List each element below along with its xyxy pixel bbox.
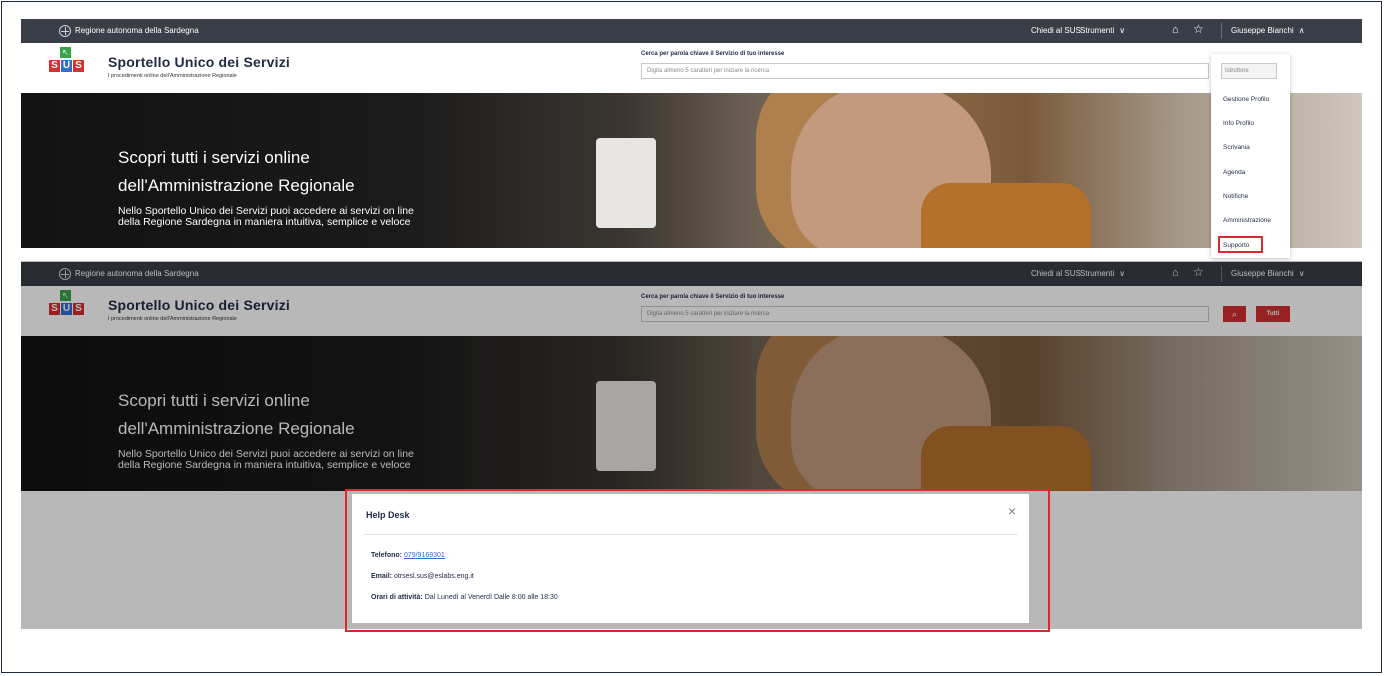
search-input[interactable]: Digita almeno 5 caratteri per iniziare l… [641, 63, 1209, 79]
chevron-up-icon: ∧ [1298, 26, 1305, 35]
menu-item-notifiche[interactable]: Notifiche [1223, 193, 1248, 200]
supporto-highlight-box [1218, 236, 1263, 253]
divider [1221, 23, 1222, 39]
menu-item-info-profilo[interactable]: Info Profilo [1223, 120, 1254, 127]
role-select[interactable]: Istruttore [1221, 63, 1277, 79]
menu-item-agenda[interactable]: Agenda [1223, 169, 1245, 176]
logo-letter: U [61, 60, 72, 72]
site-title[interactable]: Sportello Unico dei Servizi [108, 54, 290, 70]
logo-arrow-icon: ↖ [60, 47, 71, 58]
hero-image-coat [921, 183, 1091, 248]
region-emblem-icon [59, 25, 71, 37]
logo-letter: S [49, 60, 60, 72]
user-name: Giuseppe Bianchi [1231, 26, 1294, 35]
strumenti-label: Strumenti [1080, 26, 1115, 35]
hero-heading-line1: Scopri tutti i servizi online [118, 148, 310, 167]
site-header: ↖ S U S Sportello Unico dei Servizi I pr… [21, 43, 1362, 93]
chevron-down-icon: ∨ [1119, 26, 1126, 35]
chiedi-al-sus-link[interactable]: Chiedi al SUS [1031, 19, 1081, 43]
top-bar: Regione autonoma della Sardegna Chiedi a… [21, 19, 1362, 43]
help-desk-highlight-box [345, 489, 1050, 632]
logo-letter: S [73, 60, 84, 72]
region-link[interactable]: Regione autonoma della Sardegna [75, 19, 199, 43]
hero-image-cup [596, 138, 656, 228]
hero-banner: Scopri tutti i servizi online dell'Ammin… [21, 93, 1362, 248]
sus-logo[interactable]: ↖ S U S [49, 47, 84, 83]
hero-heading-line2: dell'Amministrazione Regionale [118, 176, 355, 195]
strumenti-menu[interactable]: Strumenti ∨ [1080, 19, 1125, 43]
site-subtitle: I procedimenti online dell'Amministrazio… [108, 73, 237, 79]
hero-description-line2: della Regione Sardegna in maniera intuit… [118, 216, 411, 228]
search-label: Cerca per parola chiave il Servizio di t… [641, 51, 785, 57]
menu-item-scrivania[interactable]: Scrivania [1223, 144, 1250, 151]
user-menu-toggle[interactable]: Giuseppe Bianchi ∧ [1231, 19, 1305, 43]
user-dropdown-menu: Istruttore Gestione Profilo Info Profilo… [1211, 54, 1290, 258]
menu-item-gestione-profilo[interactable]: Gestione Profilo [1223, 96, 1269, 103]
star-icon[interactable]: ☆ [1193, 22, 1204, 36]
bell-icon[interactable]: ⌂ [1172, 23, 1179, 37]
menu-item-amministrazione[interactable]: Amministrazione [1223, 217, 1271, 224]
